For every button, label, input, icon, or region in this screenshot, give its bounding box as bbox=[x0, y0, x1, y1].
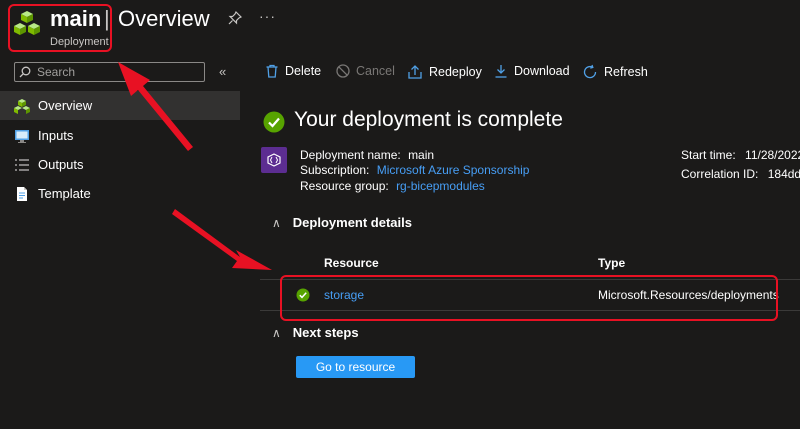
correlation-id-value: 184ddf bbox=[767, 167, 800, 181]
deployment-details-toggle[interactable]: ∧ Deployment details bbox=[272, 215, 412, 230]
deployment-name-label: Deployment name: bbox=[300, 148, 401, 162]
more-options-icon[interactable]: ··· bbox=[259, 8, 276, 24]
correlation-id-label: Correlation ID: bbox=[681, 167, 759, 181]
chevron-up-icon: ∧ bbox=[272, 325, 281, 340]
deployment-details-label: Deployment details bbox=[292, 215, 412, 230]
sidebar-item-overview[interactable]: Overview bbox=[0, 91, 240, 120]
resource-group-link[interactable]: rg-bicepmodules bbox=[396, 179, 485, 193]
refresh-icon bbox=[582, 64, 598, 80]
sidebar-item-template[interactable]: Template bbox=[0, 179, 240, 208]
subscription-row: Subscription: Microsoft Azure Sponsorshi… bbox=[300, 163, 529, 177]
sidebar-item-outputs[interactable]: Outputs bbox=[0, 150, 240, 179]
redeploy-icon bbox=[407, 64, 423, 80]
start-time-label: Start time: bbox=[681, 148, 736, 162]
deployment-status-heading: Your deployment is complete bbox=[294, 108, 563, 131]
annotation-box-title bbox=[8, 4, 112, 52]
cancel-icon bbox=[336, 64, 350, 78]
refresh-label: Refresh bbox=[604, 65, 648, 79]
resource-group-row: Resource group: rg-bicepmodules bbox=[300, 179, 485, 193]
redeploy-button[interactable]: Redeploy bbox=[407, 64, 482, 80]
sidebar-item-label: Template bbox=[38, 186, 91, 201]
cancel-button[interactable]: Cancel bbox=[336, 64, 395, 78]
success-check-icon bbox=[263, 111, 285, 133]
annotation-arrow-row bbox=[172, 209, 272, 270]
pin-icon[interactable] bbox=[228, 11, 242, 25]
delete-button[interactable]: Delete bbox=[265, 64, 321, 78]
outputs-icon bbox=[14, 157, 30, 173]
download-icon bbox=[494, 64, 508, 78]
deployment-name-value: main bbox=[408, 148, 435, 162]
deployment-name-row: Deployment name: main bbox=[300, 148, 434, 162]
sidebar-item-inputs[interactable]: Inputs bbox=[0, 121, 240, 150]
download-button[interactable]: Download bbox=[494, 64, 570, 78]
column-header-type[interactable]: Type bbox=[598, 256, 625, 270]
chevron-up-icon: ∧ bbox=[272, 215, 281, 230]
template-icon bbox=[14, 186, 30, 202]
sidebar-item-label: Overview bbox=[38, 98, 93, 113]
go-to-resource-button[interactable]: Go to resource bbox=[296, 356, 415, 378]
overview-icon bbox=[14, 98, 30, 114]
collapse-sidebar-icon[interactable]: « bbox=[219, 64, 226, 79]
inputs-icon bbox=[14, 128, 30, 144]
start-time-value: 11/28/2022 bbox=[745, 148, 800, 162]
resource-group-label: Resource group: bbox=[300, 179, 389, 193]
annotation-box-row bbox=[280, 275, 778, 321]
subscription-link[interactable]: Microsoft Azure Sponsorship bbox=[377, 163, 530, 177]
correlation-id-row: Correlation ID: 184ddf bbox=[681, 167, 800, 181]
trash-icon bbox=[265, 64, 279, 78]
column-header-resource[interactable]: Resource bbox=[324, 256, 379, 270]
download-label: Download bbox=[514, 64, 570, 78]
search-input[interactable] bbox=[35, 64, 199, 80]
search-icon bbox=[19, 66, 31, 78]
delete-label: Delete bbox=[285, 64, 322, 78]
next-steps-label: Next steps bbox=[292, 325, 359, 340]
deployment-template-icon bbox=[261, 147, 287, 173]
sidebar-item-label: Outputs bbox=[38, 157, 84, 172]
start-time-row: Start time: 11/28/2022 bbox=[681, 148, 800, 162]
subscription-label: Subscription: bbox=[300, 163, 370, 177]
refresh-button[interactable]: Refresh bbox=[582, 64, 648, 80]
search-box[interactable] bbox=[14, 62, 205, 82]
redeploy-label: Redeploy bbox=[429, 65, 482, 79]
page-title: Overview bbox=[118, 6, 210, 31]
cancel-label: Cancel bbox=[356, 64, 395, 78]
next-steps-toggle[interactable]: ∧ Next steps bbox=[272, 325, 359, 340]
sidebar-item-label: Inputs bbox=[38, 128, 74, 143]
